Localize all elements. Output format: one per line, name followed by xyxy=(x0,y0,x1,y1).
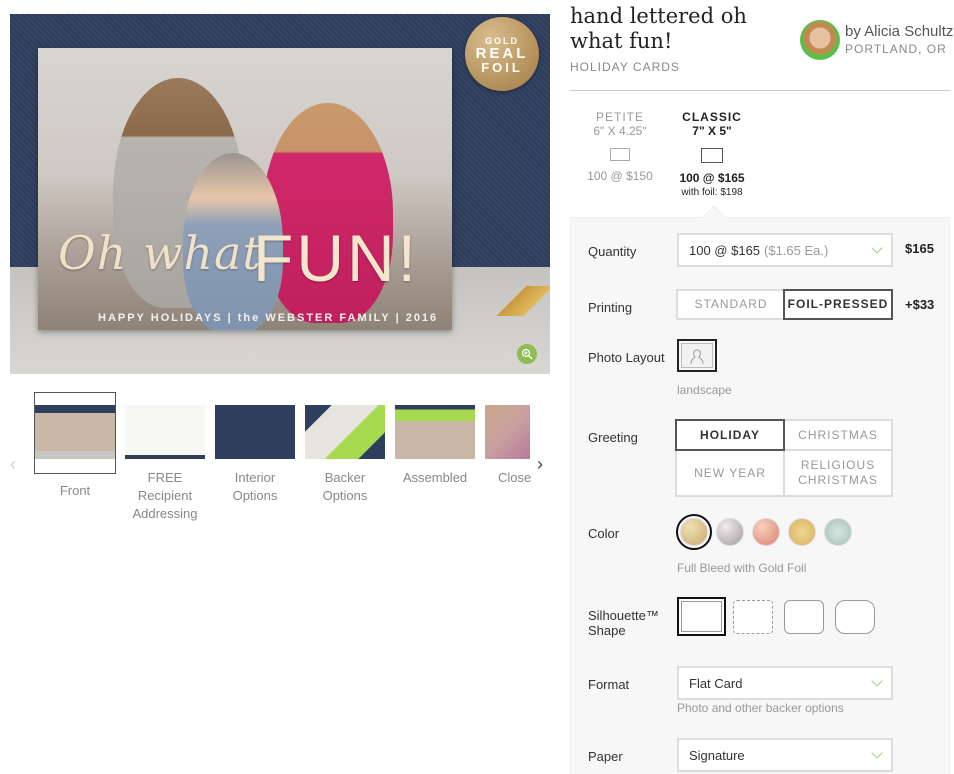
thumbnail-label: Interior Options xyxy=(232,470,278,503)
size-dimensions: 6" X 4.25" xyxy=(593,124,647,138)
thumbnail-label: Front xyxy=(59,483,91,498)
zoom-in-button[interactable] xyxy=(517,344,537,364)
size-foil-price: with foil: $198 xyxy=(681,187,743,198)
badge-line: FOIL xyxy=(481,60,523,75)
thumbnail-image xyxy=(305,405,385,459)
carousel-next-button[interactable]: › xyxy=(537,454,543,475)
product-image[interactable]: Oh what FUN! HAPPY HOLIDAYS | the WEBSTE… xyxy=(10,14,550,374)
shape-rectangle-option[interactable] xyxy=(677,597,726,636)
card-size-icon xyxy=(610,148,630,161)
color-swatch-gold-glitter[interactable] xyxy=(788,518,816,546)
card-size-icon xyxy=(701,148,723,163)
quantity-select[interactable]: 100 @ $165 ($1.65 Ea.) xyxy=(677,233,893,267)
color-swatch-silver-glitter[interactable] xyxy=(824,518,852,546)
thumbnail-label: FREE Recipient Addressing xyxy=(132,470,198,521)
format-hint: Photo and other backer options xyxy=(677,701,844,715)
format-select[interactable]: Flat Card xyxy=(677,666,893,700)
card-headline-text: FUN! xyxy=(253,221,419,295)
chevron-down-icon xyxy=(871,747,883,759)
size-name: CLASSIC xyxy=(682,110,742,124)
thumbnail-image xyxy=(215,405,295,459)
chevron-down-icon xyxy=(871,675,883,687)
designer-avatar[interactable] xyxy=(800,20,840,60)
shape-rounded-option[interactable] xyxy=(784,600,824,634)
thumbnail-carousel: ‹ Front FREE Recipient Addressing Interi… xyxy=(0,390,560,540)
zoom-in-icon xyxy=(521,348,533,360)
thumbnail-frame xyxy=(34,392,116,474)
shape-label-line: Silhouette™ xyxy=(588,608,659,623)
color-hint: Full Bleed with Gold Foil xyxy=(677,561,807,575)
color-swatch-silver[interactable] xyxy=(716,518,744,546)
product-title: hand lettered oh what fun! xyxy=(570,4,747,53)
format-value: Flat Card xyxy=(689,675,743,691)
color-swatch-gold[interactable] xyxy=(676,514,712,550)
size-name: PETITE xyxy=(595,110,644,124)
size-option-classic[interactable]: CLASSIC 7" X 5" 100 @ $165 with foil: $1… xyxy=(662,110,762,198)
photo-layout-landscape-option[interactable] xyxy=(677,339,717,372)
thumbnail-image xyxy=(395,405,475,459)
size-price: 100 @ $150 xyxy=(587,169,653,183)
thumbnail-front[interactable]: Front xyxy=(30,390,120,500)
card-preview: Oh what FUN! HAPPY HOLIDAYS | the WEBSTE… xyxy=(38,48,452,330)
thumbnail-recipient-addressing[interactable]: FREE Recipient Addressing xyxy=(120,390,210,523)
gold-ribbon xyxy=(490,286,550,316)
thumbnail-image xyxy=(485,405,530,459)
paper-select[interactable]: Signature xyxy=(677,738,893,772)
thumbnail-image xyxy=(35,405,115,459)
printing-standard-button[interactable]: STANDARD xyxy=(676,289,786,320)
thumbnail-assembled[interactable]: Assembled xyxy=(390,390,480,487)
shape-ticket-option[interactable] xyxy=(835,600,875,634)
size-dimensions: 7" X 5" xyxy=(692,124,732,138)
card-script-text: Oh what xyxy=(58,226,262,280)
photo-layout-label: Photo Layout xyxy=(588,350,665,365)
thumbnail-close[interactable]: Close xyxy=(485,390,532,487)
shape-label-line: Shape xyxy=(588,623,626,638)
designer-location: PORTLAND, OR xyxy=(845,42,947,56)
quantity-label: Quantity xyxy=(588,244,637,259)
greeting-new-year-button[interactable]: NEW YEAR xyxy=(675,449,785,497)
person-silhouette-icon xyxy=(690,348,704,364)
photo-layout-hint: landscape xyxy=(677,383,732,397)
size-price: 100 @ $165 xyxy=(679,171,745,185)
paper-value: Signature xyxy=(689,747,745,763)
chevron-down-icon xyxy=(871,242,883,254)
product-category[interactable]: HOLIDAY CARDS xyxy=(570,60,680,74)
thumbnail-label: Backer Options xyxy=(322,470,368,503)
color-swatch-rose-gold[interactable] xyxy=(752,518,780,546)
greeting-religious-christmas-button[interactable]: RELIGIOUS CHRISTMAS xyxy=(783,449,893,497)
shape-label: Silhouette™ Shape xyxy=(588,608,659,638)
greeting-holiday-button[interactable]: HOLIDAY xyxy=(675,419,785,451)
photo-placeholder xyxy=(681,343,713,368)
shape-scalloped-option[interactable] xyxy=(733,600,773,634)
chevron-right-icon: › xyxy=(537,454,543,474)
chevron-left-icon: ‹ xyxy=(10,454,16,474)
thumbnail-label: Close xyxy=(498,470,532,485)
printing-label: Printing xyxy=(588,300,633,315)
thumbnail-interior-options[interactable]: Interior Options xyxy=(210,390,300,505)
quantity-each-price: ($1.65 Ea.) xyxy=(764,242,829,258)
real-foil-badge: GOLD REAL FOIL xyxy=(465,17,539,91)
printing-foil-pressed-button[interactable]: FOIL-PRESSED xyxy=(783,289,893,320)
thumbnail-label: Assembled xyxy=(402,470,468,485)
quantity-value: 100 @ $165 xyxy=(689,242,761,258)
format-label: Format xyxy=(588,677,630,692)
divider xyxy=(570,90,950,91)
greeting-christmas-button[interactable]: CHRISTMAS xyxy=(783,419,893,451)
rectangle-shape-icon xyxy=(681,601,722,632)
card-tagline: HAPPY HOLIDAYS | the WEBSTER FAMILY | 20… xyxy=(98,312,439,324)
carousel-prev-button[interactable]: ‹ xyxy=(10,454,16,475)
color-label: Color xyxy=(588,526,620,541)
paper-label: Paper xyxy=(588,749,623,764)
printing-price: +$33 xyxy=(905,297,935,312)
thumbnail-image xyxy=(125,405,205,459)
thumbnail-backer-options[interactable]: Backer Options xyxy=(300,390,390,505)
quantity-price: $165 xyxy=(905,241,934,256)
greeting-label: Greeting xyxy=(588,430,638,445)
badge-line: REAL xyxy=(475,45,529,62)
designer-name[interactable]: by Alicia Schultz xyxy=(845,23,953,40)
size-option-petite[interactable]: PETITE 6" X 4.25" 100 @ $150 xyxy=(570,110,670,183)
